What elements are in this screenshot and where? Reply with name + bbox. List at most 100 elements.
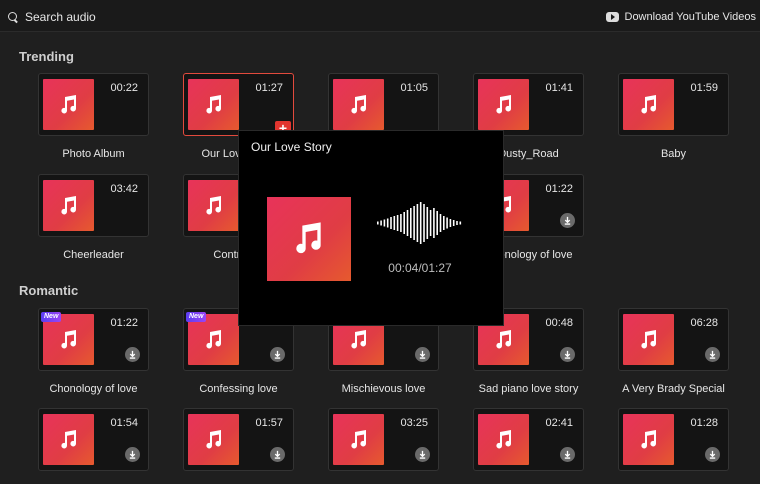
download-icon [709, 450, 716, 459]
waveform-bar [400, 214, 402, 232]
audio-duration: 01:05 [400, 82, 428, 94]
waveform-bar [419, 202, 422, 244]
audio-thumbnail[interactable]: 02:41 [473, 408, 584, 471]
music-note-icon [205, 329, 221, 348]
search-box[interactable]: Search audio [8, 9, 96, 25]
waveform-bar [439, 214, 442, 232]
audio-title: Confessing love [199, 383, 278, 395]
audio-cover [478, 414, 529, 465]
audio-title: Chonology of love [49, 383, 138, 395]
download-icon [564, 450, 571, 459]
preview-title: Our Love Story [251, 140, 332, 154]
audio-thumbnail[interactable]: 00:22 [38, 73, 149, 136]
audio-thumbnail[interactable]: 01:59 [618, 73, 729, 136]
audio-cover [623, 414, 674, 465]
audio-cover [188, 180, 239, 231]
audio-duration: 02:41 [545, 417, 573, 429]
download-button[interactable] [705, 347, 720, 362]
audio-cover [623, 314, 674, 365]
waveform-bar [396, 215, 399, 231]
waveform-bar [426, 207, 429, 239]
download-button[interactable] [125, 347, 140, 362]
audio-thumbnail[interactable]: 01:41 [473, 73, 584, 136]
audio-duration: 03:25 [400, 417, 428, 429]
music-note-icon [205, 94, 221, 113]
section-title-trending: Trending [19, 49, 74, 64]
audio-thumbnail[interactable]: 01:22 New [38, 308, 149, 371]
audio-duration: 01:59 [690, 82, 718, 94]
waveform-bar [449, 219, 452, 227]
preview-playback-time: 00:04/01:27 [388, 261, 452, 275]
waveform-bar [406, 210, 409, 236]
download-icon [274, 350, 281, 359]
download-button[interactable] [705, 447, 720, 462]
audio-duration: 00:48 [545, 317, 573, 329]
audio-thumbnail[interactable]: 01:05 [328, 73, 439, 136]
audio-card[interactable]: 03:42 Cheerleader [38, 174, 149, 261]
download-icon [564, 350, 571, 359]
audio-card[interactable]: 01:22 New Chonology of love [38, 308, 149, 395]
audio-card[interactable]: 01:59 Baby [618, 73, 729, 160]
download-button[interactable] [415, 447, 430, 462]
audio-cover [333, 79, 384, 130]
download-button[interactable] [125, 447, 140, 462]
audio-card[interactable]: 01:41 Dusty_Road [473, 73, 584, 160]
audio-thumbnail[interactable]: 03:42 [38, 174, 149, 237]
music-note-icon [640, 429, 656, 448]
download-icon [129, 350, 136, 359]
music-note-icon [495, 329, 511, 348]
audio-card[interactable]: 00:22 Photo Album [38, 73, 149, 160]
waveform-bar [416, 204, 419, 242]
search-icon [8, 11, 19, 23]
audio-card[interactable]: 01:54 [38, 408, 149, 473]
download-button[interactable] [560, 347, 575, 362]
waveform-bar [456, 221, 458, 225]
audio-card[interactable]: 02:41 [473, 408, 584, 473]
download-button[interactable] [560, 213, 575, 228]
music-note-icon [495, 429, 511, 448]
waveform-bar [459, 221, 462, 225]
audio-cover [43, 414, 94, 465]
audio-title: Sad piano love story [478, 383, 579, 395]
audio-card[interactable]: 03:25 [328, 408, 439, 473]
section-title-romantic: Romantic [19, 283, 79, 298]
audio-card[interactable]: 01:57 [183, 408, 294, 473]
audio-title: Baby [660, 148, 687, 160]
youtube-download-icon [605, 12, 619, 22]
download-youtube-button[interactable]: Download YouTube Videos [605, 9, 756, 25]
waveform-bar [429, 210, 432, 236]
waveform-bar [436, 211, 438, 235]
new-badge: New [41, 312, 62, 322]
audio-cover [43, 180, 94, 231]
top-bar: Search audio Download YouTube Videos [0, 0, 760, 32]
audio-title: A Very Brady Special [622, 383, 725, 395]
waveform-bar [446, 217, 448, 229]
download-button[interactable] [270, 447, 285, 462]
audio-title: Cheerleader [63, 249, 124, 261]
audio-thumbnail[interactable]: 06:28 [618, 308, 729, 371]
audio-thumbnail[interactable]: 03:25 [328, 408, 439, 471]
music-note-icon [350, 329, 366, 348]
audio-duration: 01:28 [690, 417, 718, 429]
audio-card[interactable]: 01:27+Our Love Story [183, 73, 294, 160]
waveform-bar [433, 208, 435, 238]
music-note-icon [60, 329, 76, 348]
audio-cover [478, 79, 529, 130]
audio-thumbnail[interactable]: 01:28 [618, 408, 729, 471]
music-note-icon [205, 195, 221, 214]
music-note-icon [350, 94, 366, 113]
download-icon [419, 450, 426, 459]
preview-cover [267, 197, 351, 281]
download-icon [274, 450, 281, 459]
download-button[interactable] [560, 447, 575, 462]
audio-thumbnail[interactable]: 01:54 [38, 408, 149, 471]
download-button[interactable] [270, 347, 285, 362]
audio-thumbnail[interactable]: 01:57 [183, 408, 294, 471]
audio-card[interactable]: 06:28 A Very Brady Special [618, 308, 729, 395]
music-note-icon [350, 429, 366, 448]
audio-thumbnail[interactable]: 01:27 + [183, 73, 294, 137]
download-button[interactable] [415, 347, 430, 362]
audio-duration: 01:22 [110, 317, 138, 329]
audio-card[interactable]: 01:28 [618, 408, 729, 473]
audio-card[interactable]: 01:05 [328, 73, 439, 138]
